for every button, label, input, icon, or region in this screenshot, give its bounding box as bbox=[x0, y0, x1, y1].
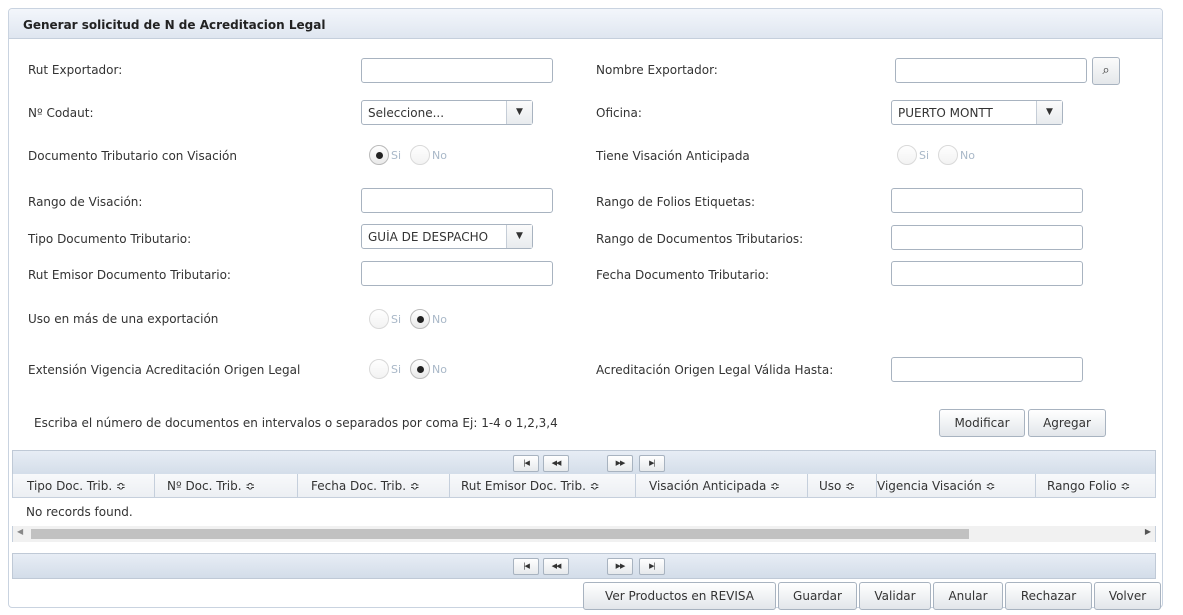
doc-visacion-radio-group: Si No bbox=[369, 145, 459, 167]
agregar-button[interactable]: Agregar bbox=[1028, 409, 1106, 437]
rango-folios-label: Rango de Folios Etiquetas: bbox=[596, 195, 756, 209]
extension-si-radio[interactable] bbox=[369, 359, 389, 379]
rut-exportador-input[interactable] bbox=[361, 58, 553, 83]
oficina-selected-value: PUERTO MONTT bbox=[898, 106, 993, 120]
col-rango-folio[interactable]: Rango Folio ≎ bbox=[1047, 479, 1131, 493]
rut-emisor-input[interactable] bbox=[361, 261, 553, 286]
extension-no-radio[interactable] bbox=[410, 359, 430, 379]
codaut-label: Nº Codaut: bbox=[28, 106, 94, 120]
doc-visacion-label: Documento Tributario con Visación bbox=[28, 149, 237, 163]
last-page-icon[interactable]: ▶| bbox=[639, 455, 665, 472]
tiene-visacion-si-radio[interactable] bbox=[897, 145, 917, 165]
chevron-down-icon[interactable]: ▼ bbox=[1036, 101, 1062, 124]
tiene-visacion-label: Tiene Visación Anticipada bbox=[596, 149, 750, 163]
search-button[interactable]: ⌕ bbox=[1092, 57, 1120, 85]
si-label: Si bbox=[391, 313, 402, 326]
tipo-doc-label: Tipo Documento Tributario: bbox=[28, 232, 192, 246]
ver-productos-button[interactable]: Ver Productos en REVISA bbox=[583, 582, 776, 610]
fecha-doc-input[interactable] bbox=[891, 261, 1083, 286]
uso-si-radio[interactable] bbox=[369, 309, 389, 329]
chevron-down-icon[interactable]: ▼ bbox=[506, 225, 532, 248]
no-label: No bbox=[960, 149, 975, 162]
rango-folios-input[interactable] bbox=[891, 188, 1083, 213]
rango-visacion-input[interactable] bbox=[361, 188, 553, 213]
scroll-right-icon[interactable]: ▶ bbox=[1145, 527, 1151, 536]
validar-button[interactable]: Validar bbox=[859, 582, 931, 610]
tipo-doc-select[interactable]: GUÍA DE DESPACHO ▼ bbox=[361, 224, 533, 249]
col-rut-emisor[interactable]: Rut Emisor Doc. Trib. ≎ bbox=[461, 479, 600, 493]
no-label: No bbox=[432, 363, 447, 376]
si-label: Si bbox=[391, 363, 402, 376]
first-page-icon[interactable]: |◀ bbox=[513, 455, 539, 472]
no-label: No bbox=[432, 313, 447, 326]
rango-docs-input[interactable] bbox=[891, 225, 1083, 250]
valida-hasta-input[interactable] bbox=[891, 357, 1083, 382]
volver-button[interactable]: Volver bbox=[1094, 582, 1161, 610]
codaut-selected-value: Seleccione... bbox=[368, 106, 445, 120]
col-uso[interactable]: Uso ≎ bbox=[819, 479, 855, 493]
prev-page-icon[interactable]: ◀◀ bbox=[543, 455, 569, 472]
oficina-label: Oficina: bbox=[596, 106, 642, 120]
rango-visacion-label: Rango de Visación: bbox=[28, 195, 143, 209]
last-page-icon[interactable]: ▶| bbox=[639, 558, 665, 575]
col-visacion-anticipada[interactable]: Visación Anticipada ≎ bbox=[649, 479, 780, 493]
scrollbar-thumb[interactable] bbox=[31, 529, 969, 539]
horizontal-scrollbar[interactable]: ◀ ▶ bbox=[12, 526, 1156, 542]
uso-no-radio[interactable] bbox=[410, 309, 430, 329]
uso-radio-group: Si No bbox=[369, 309, 459, 331]
chevron-down-icon[interactable]: ▼ bbox=[506, 101, 532, 124]
table-pager-top: |◀ ◀◀ ▶▶ ▶| bbox=[12, 450, 1156, 476]
prev-page-icon[interactable]: ◀◀ bbox=[543, 558, 569, 575]
panel-header: Generar solicitud de N de Acreditacion L… bbox=[9, 9, 1162, 39]
extension-radio-group: Si No bbox=[369, 359, 459, 381]
tiene-visacion-no-radio[interactable] bbox=[938, 145, 958, 165]
tipo-doc-selected-value: GUÍA DE DESPACHO bbox=[368, 230, 489, 244]
no-label: No bbox=[432, 149, 447, 162]
col-num-doc[interactable]: Nº Doc. Trib. ≎ bbox=[167, 479, 255, 493]
search-icon: ⌕ bbox=[1102, 63, 1110, 78]
panel-title: Generar solicitud de N de Acreditacion L… bbox=[23, 18, 326, 32]
hint-text: Escriba el número de documentos en inter… bbox=[34, 416, 558, 430]
nombre-exportador-label: Nombre Exportador: bbox=[596, 63, 718, 77]
main-panel: Generar solicitud de N de Acreditacion L… bbox=[8, 8, 1163, 608]
next-page-icon[interactable]: ▶▶ bbox=[607, 455, 633, 472]
empty-table-message: No records found. bbox=[26, 505, 133, 519]
si-label: Si bbox=[919, 149, 930, 162]
extension-label: Extensión Vigencia Acreditación Origen L… bbox=[28, 363, 301, 377]
rut-exportador-label: Rut Exportador: bbox=[28, 63, 123, 77]
nombre-exportador-input[interactable] bbox=[895, 58, 1087, 83]
anular-button[interactable]: Anular bbox=[933, 582, 1003, 610]
doc-visacion-si-radio[interactable] bbox=[369, 145, 389, 165]
table-header: Tipo Doc. Trib. ≎ Nº Doc. Trib. ≎ Fecha … bbox=[12, 474, 1156, 498]
modificar-button[interactable]: Modificar bbox=[939, 409, 1025, 437]
rut-emisor-label: Rut Emisor Documento Tributario: bbox=[28, 268, 231, 282]
col-vigencia-visacion[interactable]: Vigencia Visación ≎ bbox=[877, 479, 996, 493]
tiene-visacion-radio-group: Si No bbox=[897, 145, 987, 167]
rango-docs-label: Rango de Documentos Tributarios: bbox=[596, 232, 804, 246]
next-page-icon[interactable]: ▶▶ bbox=[607, 558, 633, 575]
valida-hasta-label: Acreditación Origen Legal Válida Hasta: bbox=[596, 363, 834, 377]
si-label: Si bbox=[391, 149, 402, 162]
uso-label: Uso en más de una exportación bbox=[28, 312, 219, 326]
col-tipo-doc[interactable]: Tipo Doc. Trib. ≎ bbox=[27, 479, 126, 493]
table-pager-bottom: |◀ ◀◀ ▶▶ ▶| bbox=[12, 553, 1156, 579]
oficina-select[interactable]: PUERTO MONTT ▼ bbox=[891, 100, 1063, 125]
guardar-button[interactable]: Guardar bbox=[778, 582, 857, 610]
codaut-select[interactable]: Seleccione... ▼ bbox=[361, 100, 533, 125]
rechazar-button[interactable]: Rechazar bbox=[1005, 582, 1092, 610]
scroll-left-icon[interactable]: ◀ bbox=[17, 527, 23, 536]
col-fecha-doc[interactable]: Fecha Doc. Trib. ≎ bbox=[311, 479, 420, 493]
fecha-doc-label: Fecha Documento Tributario: bbox=[596, 268, 770, 282]
doc-visacion-no-radio[interactable] bbox=[410, 145, 430, 165]
first-page-icon[interactable]: |◀ bbox=[513, 558, 539, 575]
